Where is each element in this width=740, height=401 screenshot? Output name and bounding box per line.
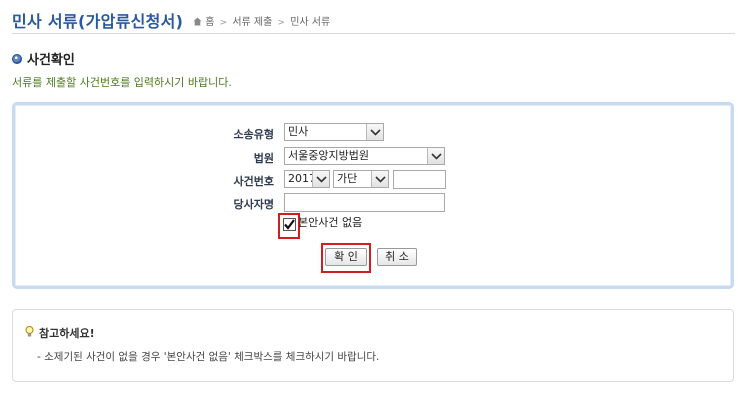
case-type-value: 민사 <box>288 125 309 138</box>
section-description: 서류를 제출할 사건번호를 입력하시기 바랍니다. <box>12 76 232 89</box>
chevron-down-icon[interactable] <box>366 124 383 140</box>
cancel-button[interactable]: 취 소 <box>377 248 417 266</box>
note-box: 참고하세요! - 소제기된 사건이 없을 경우 '본안사건 없음' 체크박스를 … <box>12 309 734 382</box>
lightbulb-icon <box>25 323 34 342</box>
breadcrumb-separator: > <box>219 18 228 28</box>
bullet-icon <box>12 53 22 64</box>
party-name-input[interactable] <box>284 193 445 212</box>
chevron-down-icon[interactable] <box>312 171 329 187</box>
case-type-label: 소송유형 <box>233 128 274 141</box>
home-icon[interactable] <box>193 17 202 29</box>
checkbox-highlight-box <box>278 213 300 239</box>
court-label: 법원 <box>253 152 274 165</box>
no-case-checkbox[interactable] <box>283 218 296 231</box>
no-case-checkbox-label[interactable]: 본안사건 없음 <box>298 214 362 230</box>
case-number-input[interactable] <box>393 170 446 189</box>
confirm-button[interactable]: 확 인 <box>325 248 367 266</box>
page-title: 민사 서류(가압류신청서) <box>12 12 184 31</box>
case-number-label: 사건번호 <box>233 175 274 188</box>
breadcrumb-item-submit[interactable]: 서류 제출 <box>232 17 272 28</box>
chevron-down-icon[interactable] <box>371 171 388 187</box>
section-header: 사건확인 <box>12 49 75 68</box>
case-year-select[interactable]: 2017 <box>284 170 330 188</box>
case-code-value: 가단 <box>337 172 358 185</box>
breadcrumb-home[interactable]: 홈 <box>205 17 214 28</box>
breadcrumb-separator: > <box>277 18 286 28</box>
check-icon <box>284 219 295 230</box>
party-name-label: 당사자명 <box>233 198 274 211</box>
note-text: - 소제기된 사건이 없을 경우 '본안사건 없음' 체크박스를 체크하시기 바… <box>37 351 380 363</box>
chevron-down-icon[interactable] <box>427 148 444 164</box>
case-type-select[interactable]: 민사 <box>284 123 384 141</box>
court-select[interactable]: 서울중앙지방법원 <box>284 147 445 165</box>
title-bar: 민사 서류(가압류신청서) 홈 > 서류 제출 > 민사 서류 <box>12 8 735 34</box>
breadcrumb-item-current: 민사 서류 <box>290 17 331 28</box>
case-code-select[interactable]: 가단 <box>333 170 389 188</box>
section-title: 사건확인 <box>27 53 75 68</box>
note-title: 참고하세요! <box>39 326 95 340</box>
court-value: 서울중앙지방법원 <box>288 149 369 162</box>
note-header: 참고하세요! <box>25 323 95 342</box>
breadcrumb: 홈 > 서류 제출 > 민사 서류 <box>193 13 330 29</box>
